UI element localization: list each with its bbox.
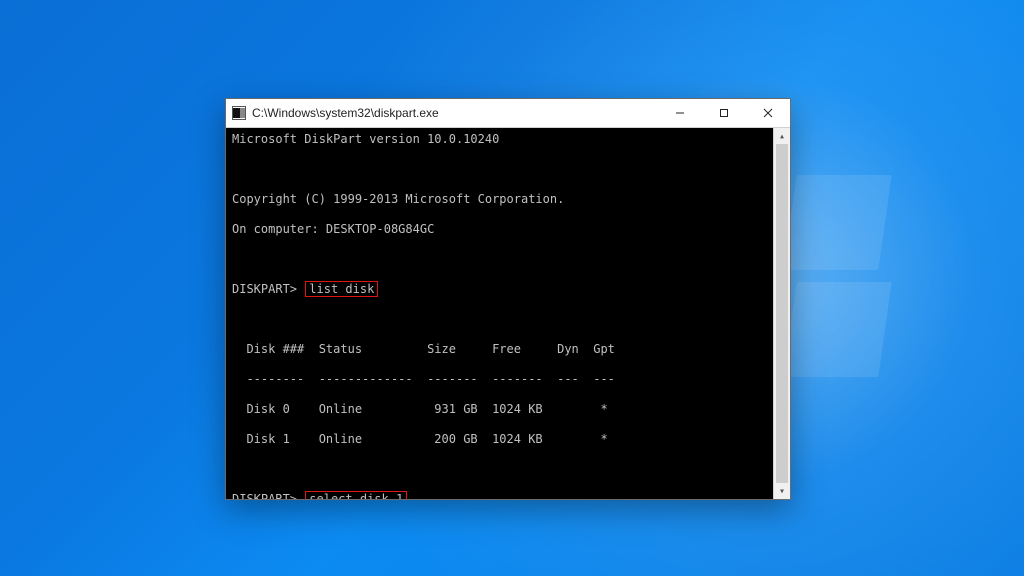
computer-line: On computer: DESKTOP-08G84GC	[232, 222, 784, 237]
cmd-select-disk-highlight: select disk 1	[305, 491, 407, 499]
blank-line	[232, 462, 784, 477]
disk-table-row: Disk 0 Online 931 GB 1024 KB *	[232, 402, 784, 417]
blank-line	[232, 162, 784, 177]
vertical-scrollbar[interactable]: ▴ ▾	[773, 128, 790, 499]
prompt-line-2: DISKPART> select disk 1	[232, 492, 784, 499]
diskpart-window: C:\Windows\system32\diskpart.exe Microso…	[225, 98, 791, 500]
prompt-line-1: DISKPART> list disk	[232, 282, 784, 297]
blank-line	[232, 252, 784, 267]
scroll-track[interactable]	[774, 144, 790, 483]
cmd-list-disk-highlight: list disk	[305, 281, 378, 297]
titlebar[interactable]: C:\Windows\system32\diskpart.exe	[226, 99, 790, 128]
version-line: Microsoft DiskPart version 10.0.10240	[232, 132, 784, 147]
prompt-label: DISKPART>	[232, 492, 297, 499]
disk-table-divider: -------- ------------- ------- ------- -…	[232, 372, 784, 387]
copyright-line: Copyright (C) 1999-2013 Microsoft Corpor…	[232, 192, 784, 207]
wallpaper-beam	[783, 175, 891, 270]
window-title: C:\Windows\system32\diskpart.exe	[252, 106, 439, 120]
disk-table-header: Disk ### Status Size Free Dyn Gpt	[232, 342, 784, 357]
minimize-button[interactable]	[658, 99, 702, 127]
blank-line	[232, 312, 784, 327]
scroll-thumb[interactable]	[776, 144, 788, 483]
scroll-down-arrow-icon[interactable]: ▾	[774, 483, 790, 499]
prompt-label: DISKPART>	[232, 282, 297, 296]
disk-table-row: Disk 1 Online 200 GB 1024 KB *	[232, 432, 784, 447]
terminal-output[interactable]: Microsoft DiskPart version 10.0.10240 Co…	[226, 128, 790, 499]
wallpaper-beam	[783, 282, 891, 377]
maximize-button[interactable]	[702, 99, 746, 127]
cmd-icon	[232, 106, 246, 120]
desktop-wallpaper: C:\Windows\system32\diskpart.exe Microso…	[0, 0, 1024, 576]
scroll-up-arrow-icon[interactable]: ▴	[774, 128, 790, 144]
close-button[interactable]	[746, 99, 790, 127]
